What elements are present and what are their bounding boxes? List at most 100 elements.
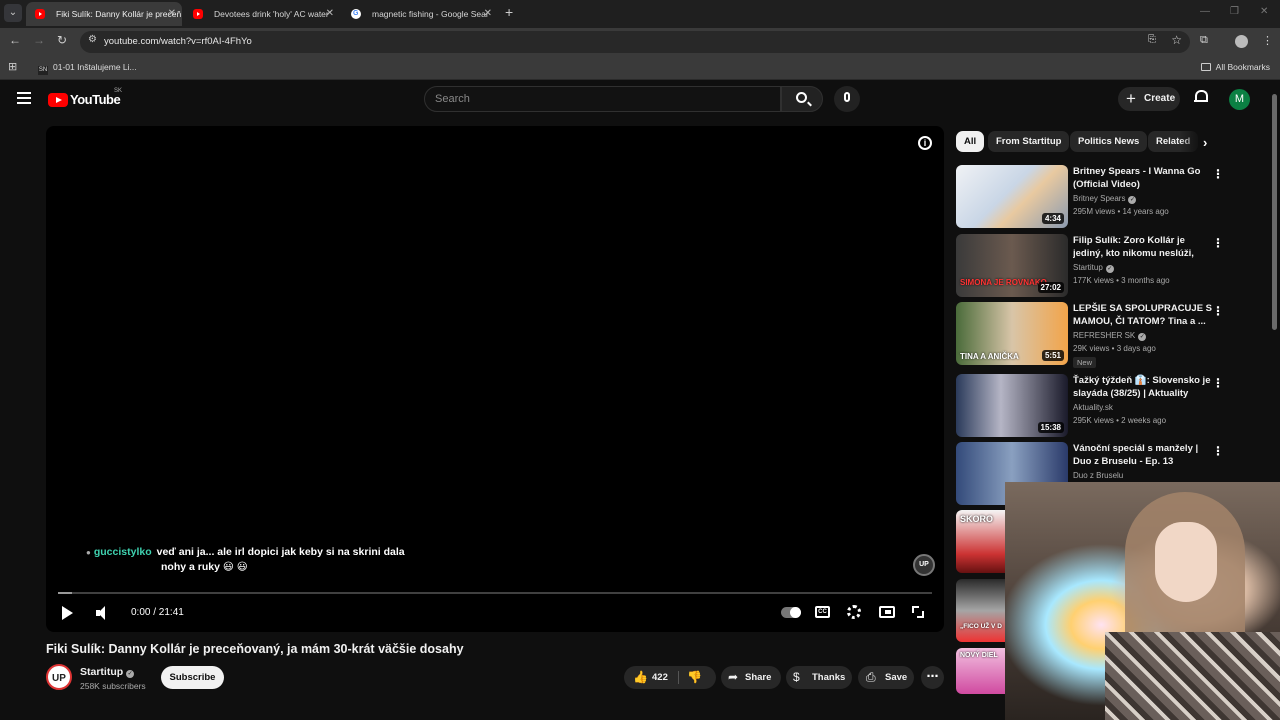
chat-message-continued: nohy a ruky 😃 😃 <box>161 561 248 573</box>
voice-search-button[interactable] <box>834 86 860 112</box>
tab-title: Devotees drink 'holy' AC water <box>214 9 329 19</box>
kebab-menu-icon[interactable]: ⋮ <box>1212 444 1224 458</box>
close-tab-icon[interactable]: ✕ <box>326 2 334 26</box>
like-count[interactable]: 422 <box>652 666 668 689</box>
chip-all[interactable]: All <box>956 131 985 152</box>
recommendation-title[interactable]: Filip Sulík: Zoro Kollár je jediný, kto … <box>1073 234 1213 260</box>
recommendation-title[interactable]: Ťažký týždeň 👔: Slovensko je slayáda (38… <box>1073 374 1213 400</box>
miniplayer-icon[interactable] <box>879 606 895 618</box>
thumbnail-text: SKORO <box>960 514 994 524</box>
kebab-menu-icon[interactable]: ⋮ <box>1212 376 1224 390</box>
browser-tab-3[interactable]: magnetic fishing - Google Sear ✕ <box>342 2 498 26</box>
search-button[interactable] <box>781 86 823 112</box>
browser-tab-1[interactable]: Fiki Sulík: Danny Kollár je preceň ✕ <box>26 2 182 26</box>
account-avatar[interactable]: M <box>1229 89 1250 110</box>
like-icon[interactable]: 👍 <box>633 666 648 689</box>
recommendation-channel[interactable]: Aktuality.sk <box>1073 403 1113 412</box>
share-button[interactable]: ➦ Share <box>721 666 781 689</box>
thanks-icon: $ <box>793 670 800 684</box>
time-display: 0:00 / 21:41 <box>131 607 184 618</box>
recommendation-title[interactable]: Vánoční speciál s manžely | Duo z Brusel… <box>1073 442 1213 468</box>
more-actions-icon[interactable]: ⋯ <box>921 666 944 689</box>
like-dislike-group: 👍 422 👎 <box>624 666 716 689</box>
recommendation-channel[interactable]: Britney Spears ✓ <box>1073 194 1137 204</box>
install-app-icon[interactable]: ⎘ <box>1148 34 1156 45</box>
chip-from-startitup[interactable]: From Startitup <box>988 131 1070 152</box>
recommendation-title[interactable]: LEPŠIE SA SPOLUPRACUJE S MAMOU, ČI TATOM… <box>1073 302 1213 328</box>
chip-politics-news[interactable]: Politics News <box>1070 131 1148 152</box>
video-player[interactable]: i ● guccistylko veď ani ja... ale irl dopi… <box>46 126 944 632</box>
menu-icon[interactable] <box>17 92 31 104</box>
share-label: Share <box>745 672 772 683</box>
play-button[interactable] <box>62 606 73 620</box>
thumbnail-text: TINA A ANIČKA <box>960 352 1019 361</box>
video-thumbnail[interactable]: SKORO <box>956 510 1006 573</box>
subtitles-icon[interactable]: CC <box>815 606 830 618</box>
youtube-favicon-icon <box>193 9 203 19</box>
recommendation-channel[interactable]: REFRESHER SK ✓ <box>1073 331 1147 341</box>
all-bookmarks-button[interactable]: All Bookmarks <box>1200 62 1270 72</box>
bookmark-item[interactable]: SN 01-01 Inštalujeme Li... <box>38 62 137 75</box>
info-icon[interactable]: i <box>918 136 932 150</box>
apps-grid-icon[interactable]: ⊞ <box>8 60 17 73</box>
new-tab-button[interactable]: + <box>505 4 513 20</box>
create-button[interactable]: + Create <box>1118 87 1180 111</box>
tab-search-button[interactable]: ⌄ <box>4 4 22 22</box>
recommendation-title[interactable]: Britney Spears - I Wanna Go (Official Vi… <box>1073 165 1213 191</box>
youtube-favicon-icon <box>35 9 45 19</box>
forward-icon[interactable]: → <box>33 33 45 47</box>
video-thumbnail[interactable]: TINA A ANIČKA 5:51 <box>956 302 1068 365</box>
page-scrollbar[interactable] <box>1272 94 1277 330</box>
video-thumbnail[interactable]: „FICO UŽ V D <box>956 579 1006 642</box>
video-thumbnail[interactable]: SIMONA JE ROVNAKO 27:02 <box>956 234 1068 297</box>
extensions-icon[interactable]: ⧉ <box>1200 34 1208 47</box>
kebab-menu-icon[interactable]: ⋮ <box>1212 304 1224 318</box>
kebab-menu-icon[interactable]: ⋮ <box>1212 167 1224 181</box>
new-badge: New <box>1073 357 1097 368</box>
site-info-icon[interactable]: ⚙ <box>88 34 97 45</box>
fullscreen-icon[interactable] <box>912 606 924 618</box>
kebab-menu-icon[interactable]: ⋮ <box>1212 236 1224 250</box>
reload-icon[interactable]: ↻ <box>57 33 67 47</box>
minimize-icon[interactable]: — <box>1200 6 1210 17</box>
recommendation-channel[interactable]: Duo z Bruselu <box>1073 471 1123 480</box>
maximize-icon[interactable]: ❐ <box>1230 6 1239 17</box>
recommendation-item[interactable]: 15:38 Ťažký týždeň 👔: Slovensko je slayá… <box>956 374 1266 438</box>
recommendation-item[interactable]: SIMONA JE ROVNAKO 27:02 Filip Sulík: Zoro… <box>956 234 1266 298</box>
close-window-icon[interactable]: ✕ <box>1260 6 1268 17</box>
recommendation-item[interactable]: 4:34 Britney Spears - I Wanna Go (Offici… <box>956 165 1266 229</box>
browser-profile-icon[interactable] <box>1235 35 1248 48</box>
save-button[interactable]: ⎙ Save <box>858 666 914 689</box>
recommendation-channel[interactable]: Startitup ✓ <box>1073 263 1114 273</box>
search-icon <box>796 92 807 103</box>
like-divider <box>678 671 679 684</box>
thumbnail-text: SIMONA JE ROVNAKO <box>960 278 1047 287</box>
recommendation-item[interactable]: TINA A ANIČKA 5:51 LEPŠIE SA SPOLUPRACUJE… <box>956 302 1266 368</box>
chevron-right-icon[interactable]: › <box>1203 135 1207 150</box>
notifications-bell-icon[interactable] <box>1194 90 1208 104</box>
browser-tab-2[interactable]: Devotees drink 'holy' AC water ✕ <box>184 2 340 26</box>
autoplay-toggle[interactable] <box>781 607 801 618</box>
progress-bar[interactable] <box>58 592 932 594</box>
volume-icon[interactable] <box>96 606 108 620</box>
browser-menu-icon[interactable]: ⋮ <box>1262 34 1273 47</box>
channel-name[interactable]: Startitup ✓ <box>80 666 135 678</box>
search-input[interactable] <box>435 92 765 106</box>
channel-avatar[interactable]: UP <box>46 664 72 690</box>
close-tab-icon[interactable]: ✕ <box>168 2 176 26</box>
settings-gear-icon[interactable] <box>847 605 861 619</box>
url-field[interactable]: ⚙ youtube.com/watch?v=rf0AI-4FhYo ⎘ ☆ <box>80 31 1190 53</box>
dislike-icon[interactable]: 👎 <box>687 666 702 689</box>
thanks-button[interactable]: $ Thanks <box>786 666 852 689</box>
video-thumbnail[interactable]: 15:38 <box>956 374 1068 437</box>
video-thumbnail[interactable]: 4:34 <box>956 165 1068 228</box>
recommendation-meta: 295M views • 14 years ago <box>1073 207 1169 216</box>
back-icon[interactable]: ← <box>9 33 21 47</box>
channel-text: REFRESHER SK <box>1073 331 1136 340</box>
video-thumbnail[interactable]: NOVÝ DIEL <box>956 648 1006 694</box>
close-tab-icon[interactable]: ✕ <box>484 2 492 26</box>
bookmark-star-icon[interactable]: ☆ <box>1171 33 1182 47</box>
webcam-person-sweater <box>1105 632 1280 720</box>
channel-watermark[interactable]: UP <box>913 554 935 576</box>
subscribe-button[interactable]: Subscribe <box>161 666 224 689</box>
